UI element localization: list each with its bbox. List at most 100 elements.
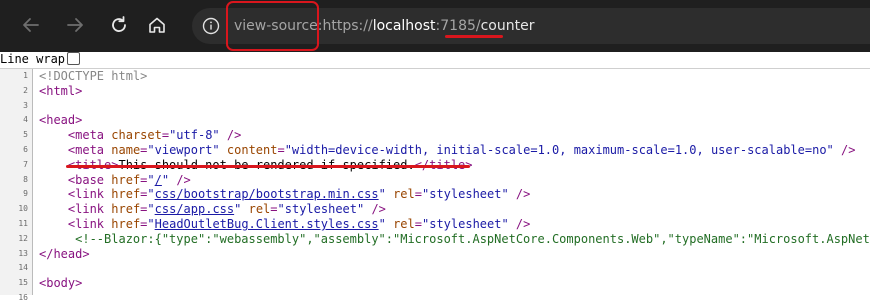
source-line: 8 <base href="/" /> xyxy=(0,173,870,188)
url-host: localhost xyxy=(372,18,436,34)
line-content: <link href="css/app.css" rel="stylesheet… xyxy=(39,202,386,217)
source-line: 5 <meta charset="utf-8" /> xyxy=(0,128,870,143)
line-number: 2 xyxy=(23,85,28,95)
line-number: 15 xyxy=(18,278,28,288)
source-token: = xyxy=(270,202,278,217)
line-number: 16 xyxy=(18,292,28,302)
annotation-circle-view-source xyxy=(226,1,319,51)
line-wrap-checkbox[interactable] xyxy=(67,52,81,65)
line-number: 5 xyxy=(23,130,28,140)
line-number: 3 xyxy=(23,100,28,110)
source-line: 4 <head> xyxy=(0,113,870,128)
source-token: <!--Blazor:{"type":"webassembly","assemb… xyxy=(75,231,870,246)
source-token: "stylesheet" xyxy=(422,216,509,231)
source-line: 11 <link href = "HeadOutletBug.Client.styl… xyxy=(0,217,870,232)
source-token: /> xyxy=(364,202,386,217)
source-token: <base xyxy=(67,172,112,187)
annotation-underline-title xyxy=(66,165,470,168)
site-info-icon[interactable] xyxy=(202,17,220,35)
forward-button[interactable] xyxy=(58,8,92,42)
source-token: <link xyxy=(67,187,112,202)
source-token xyxy=(241,202,248,216)
source-token: "stylesheet" xyxy=(277,202,365,217)
source-token: = xyxy=(161,128,170,143)
source-token: href xyxy=(111,187,141,202)
source-link[interactable]: / xyxy=(155,173,162,187)
line-wrap-label: Line wrap xyxy=(0,52,66,66)
arrow-left-icon xyxy=(23,18,39,32)
line-content: <link href = "HeadOutletBug.Client.styles.… xyxy=(39,217,530,232)
home-icon xyxy=(149,17,165,33)
source-token: = xyxy=(277,142,285,157)
url-port: :7185 xyxy=(435,18,476,34)
source-token: <html> xyxy=(39,83,83,98)
line-number: 14 xyxy=(18,263,28,273)
line-number: 4 xyxy=(23,115,28,125)
source-token xyxy=(220,143,227,157)
refresh-icon xyxy=(112,16,126,32)
source-token: /> xyxy=(508,216,531,231)
source-token: " xyxy=(147,187,155,202)
source-link[interactable]: HeadOutletBug.Client.styles.css xyxy=(155,217,379,231)
line-wrap-bar: Line wrap xyxy=(0,52,870,67)
source-line: 1 <!DOCTYPE html> xyxy=(0,69,870,84)
line-number: 1 xyxy=(23,71,28,80)
source-line: 13 </head> xyxy=(0,247,870,262)
source-token: name xyxy=(111,142,141,157)
source-line: 12 <!--Blazor:{"type":"webassembly","ass… xyxy=(0,232,870,247)
source-token: </head> xyxy=(39,246,90,261)
source-token: = xyxy=(414,216,422,231)
line-number: 9 xyxy=(23,189,28,199)
source-token: "utf-8" xyxy=(169,128,220,143)
source-token: " xyxy=(147,172,155,187)
refresh-button[interactable] xyxy=(102,8,136,42)
source-token: <link xyxy=(67,216,112,231)
source-token: href xyxy=(111,202,141,217)
line-wrap-toggle[interactable]: Line wrap xyxy=(0,52,81,66)
source-line: 3 xyxy=(0,99,870,114)
source-token: = xyxy=(414,187,422,202)
source-token: <!DOCTYPE html> xyxy=(39,69,148,83)
source-token: " xyxy=(378,216,386,231)
source-token: <head> xyxy=(39,113,83,128)
source-code-view: 1 <!DOCTYPE html> 2 <html> 3 4 <head> 5 <meta c… xyxy=(0,69,870,306)
line-content: <html> xyxy=(39,84,82,99)
source-token: /> xyxy=(833,142,856,157)
source-line: 10 <link href="css/app.css" rel="stylesh… xyxy=(0,202,870,217)
browser-toolbar: view-source:https://localhost:7185/count… xyxy=(0,0,870,52)
arrow-right-icon xyxy=(67,18,83,32)
line-number: 6 xyxy=(23,144,28,154)
back-button[interactable] xyxy=(14,8,48,42)
line-number: 10 xyxy=(18,204,28,214)
source-token: content xyxy=(226,142,278,157)
line-content: <!--Blazor:{"type":"webassembly","assemb… xyxy=(39,232,870,247)
source-line: 16 xyxy=(0,291,870,306)
source-line: 9 <link href = "css/bootstrap/bootstrap.mi… xyxy=(0,187,870,202)
source-link[interactable]: css/app.css xyxy=(155,202,234,216)
source-token: <meta xyxy=(67,128,112,143)
source-token: rel xyxy=(248,202,271,217)
source-token: rel xyxy=(393,187,415,202)
source-token: href xyxy=(111,216,141,231)
source-token xyxy=(386,187,393,201)
line-content: <meta charset="utf-8" /> xyxy=(39,128,241,143)
url-protocol: https:// xyxy=(322,18,373,34)
source-token: <link xyxy=(67,202,112,217)
source-line: 14 xyxy=(0,261,870,276)
source-link[interactable]: css/bootstrap/bootstrap.min.css xyxy=(155,187,379,201)
source-line: 2 <html> xyxy=(0,84,870,99)
source-token: /> xyxy=(508,187,531,202)
source-token: " xyxy=(378,187,386,202)
line-content: </head> xyxy=(39,247,90,262)
line-number: 8 xyxy=(23,174,28,184)
source-token: " xyxy=(147,202,155,217)
source-token: /> xyxy=(219,128,242,143)
line-content: <base href="/" /> xyxy=(39,173,191,188)
line-content: <meta name="viewport" content="width=dev… xyxy=(39,142,856,158)
home-button[interactable] xyxy=(140,8,174,42)
source-token: rel xyxy=(393,216,415,231)
source-token: /> xyxy=(169,172,191,187)
line-content: <body> xyxy=(39,276,82,291)
line-number: 12 xyxy=(18,233,28,243)
source-token: " xyxy=(147,216,155,231)
